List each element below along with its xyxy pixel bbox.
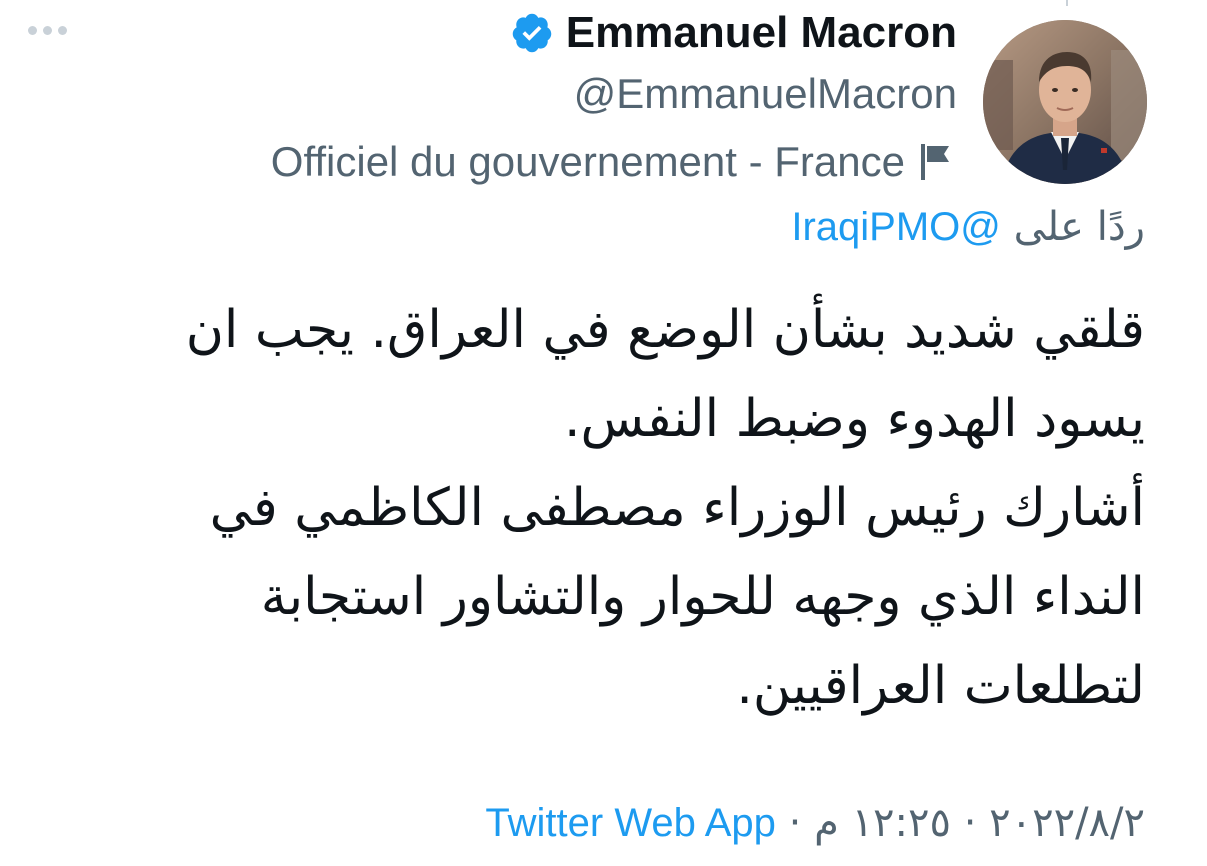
tweet-line: يسود الهدوء وضبط النفس. (563, 389, 1145, 449)
author-handle[interactable]: @EmmanuelMacron (574, 70, 957, 118)
tweet-date[interactable]: ٢٠٢٢/٨/٢ (989, 800, 1145, 846)
more-dot (43, 26, 52, 35)
government-flag-icon (921, 144, 949, 180)
reply-mention-link[interactable]: @IraqiPMO (791, 205, 1001, 249)
tweet-source-link[interactable]: Twitter Web App (485, 801, 776, 845)
tweet-line: لتطلعات العراقيين. (736, 656, 1145, 716)
more-dot (58, 26, 67, 35)
avatar-image (983, 20, 1147, 184)
tweet-line: النداء الذي وجهه للحوار والتشاور استجابة (260, 567, 1145, 627)
avatar[interactable] (983, 20, 1147, 184)
more-options-icon[interactable] (28, 26, 67, 35)
tweet-text: قلقي شديد بشأن الوضع في العراق. يجب ان ي… (65, 286, 1145, 731)
government-label-text[interactable]: Officiel du gouvernement - France (271, 138, 905, 186)
tweet-detail: Emmanuel Macron @EmmanuelMacron Officiel… (0, 0, 1207, 866)
replying-to: ردًا على @IraqiPMO (791, 204, 1145, 250)
verified-badge-icon (512, 13, 552, 53)
author-name-row[interactable]: Emmanuel Macron (510, 8, 957, 58)
government-label[interactable]: Officiel du gouvernement - France (271, 138, 955, 186)
replying-to-prefix: ردًا على (1013, 204, 1145, 250)
tweet-time[interactable]: ١٢:٢٥ م (814, 800, 951, 846)
divider (1066, 0, 1068, 6)
tweet-meta: ٢٠٢٢/٨/٢ · ١٢:٢٥ م · Twitter Web App (485, 800, 1145, 846)
meta-separator: · (963, 800, 977, 846)
author-name[interactable]: Emmanuel Macron (566, 8, 957, 58)
meta-separator: · (788, 800, 802, 846)
tweet-line: قلقي شديد بشأن الوضع في العراق. يجب ان (185, 300, 1145, 360)
more-dot (28, 26, 37, 35)
tweet-line: أشارك رئيس الوزراء مصطفى الكاظمي في (209, 478, 1145, 538)
